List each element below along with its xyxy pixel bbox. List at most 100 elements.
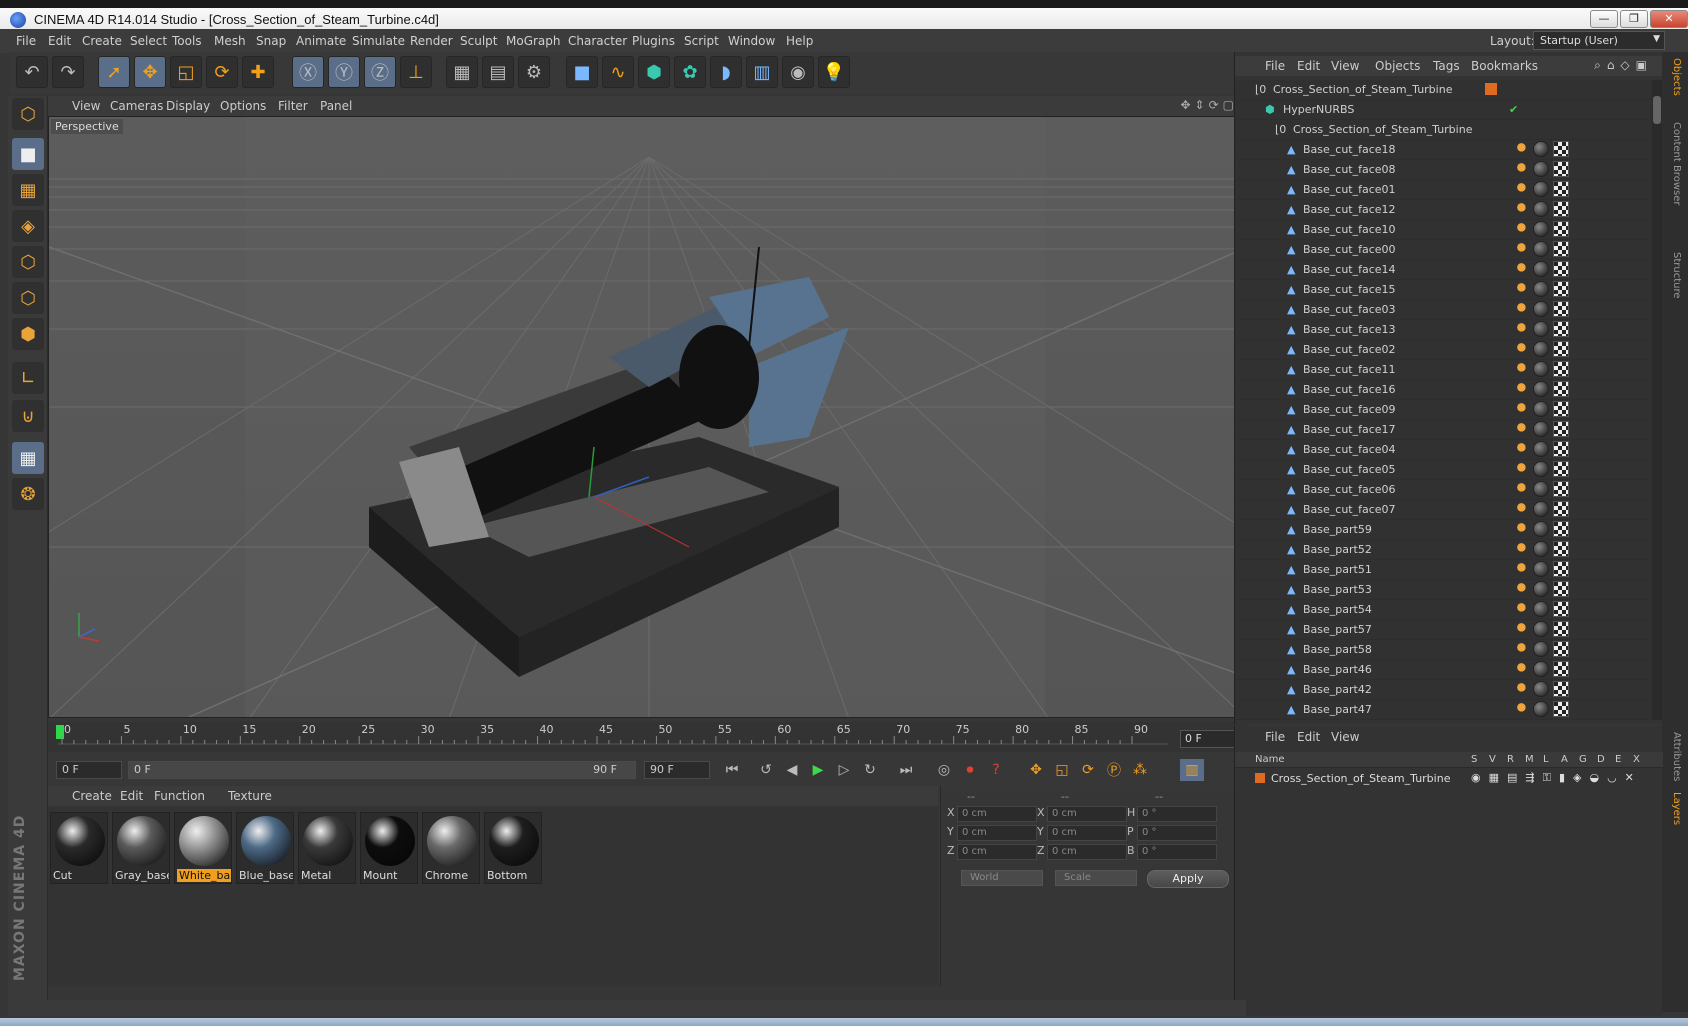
tree-row-object[interactable]: ▲ Base_part46 bbox=[1235, 660, 1653, 680]
phong-tag-icon[interactable] bbox=[1515, 301, 1531, 317]
phong-tag-icon[interactable] bbox=[1515, 621, 1531, 637]
texture-tag-icon[interactable] bbox=[1553, 621, 1569, 637]
material-tag-icon[interactable] bbox=[1533, 441, 1549, 457]
phong-tag-icon[interactable] bbox=[1515, 141, 1531, 157]
material-tag-icon[interactable] bbox=[1533, 201, 1549, 217]
object-menu-tags[interactable]: Tags bbox=[1433, 59, 1460, 73]
layer-menu-file[interactable]: File bbox=[1265, 730, 1285, 744]
tab-layers[interactable]: Layers bbox=[1671, 792, 1682, 825]
coord-rotation-field[interactable]: 0 ° bbox=[1137, 806, 1217, 822]
material-swatch[interactable]: Metal bbox=[298, 812, 356, 884]
texture-tag-icon[interactable] bbox=[1553, 601, 1569, 617]
texture-tag-icon[interactable] bbox=[1553, 481, 1569, 497]
menu-simulate[interactable]: Simulate bbox=[352, 34, 405, 48]
viewport-nav-icons[interactable]: ✥⇕⟳▢ bbox=[1180, 98, 1238, 112]
texture-tag-icon[interactable] bbox=[1553, 221, 1569, 237]
texture-tag-icon[interactable] bbox=[1553, 461, 1569, 477]
apply-button[interactable]: Apply bbox=[1147, 870, 1229, 888]
tree-row-object[interactable]: ▲ Base_cut_face01 bbox=[1235, 180, 1653, 200]
key-scale-icon[interactable]: ◱ bbox=[1050, 759, 1074, 781]
make-editable-icon[interactable]: ⬡ bbox=[12, 98, 44, 130]
object-menu-bookmarks[interactable]: Bookmarks bbox=[1471, 59, 1538, 73]
material-tag-icon[interactable] bbox=[1533, 661, 1549, 677]
coord-rotation-field[interactable]: 0 ° bbox=[1137, 825, 1217, 841]
render-view-icon[interactable]: ▦ bbox=[446, 56, 478, 88]
phong-tag-icon[interactable] bbox=[1515, 641, 1531, 657]
texture-mode-icon[interactable]: ▦ bbox=[12, 174, 44, 206]
menu-plugins[interactable]: Plugins bbox=[632, 34, 675, 48]
phong-tag-icon[interactable] bbox=[1515, 161, 1531, 177]
menu-window[interactable]: Window bbox=[728, 34, 775, 48]
texture-tag-icon[interactable] bbox=[1553, 161, 1569, 177]
menu-render[interactable]: Render bbox=[410, 34, 453, 48]
material-menu-function[interactable]: Function bbox=[154, 789, 205, 803]
render-picture-viewer-icon[interactable]: ▤ bbox=[482, 56, 514, 88]
material-tag-icon[interactable] bbox=[1533, 141, 1549, 157]
texture-tag-icon[interactable] bbox=[1553, 501, 1569, 517]
texture-tag-icon[interactable] bbox=[1553, 181, 1569, 197]
minimize-button[interactable]: — bbox=[1590, 10, 1618, 28]
texture-tag-icon[interactable] bbox=[1553, 361, 1569, 377]
phong-tag-icon[interactable] bbox=[1515, 381, 1531, 397]
menu-help[interactable]: Help bbox=[786, 34, 813, 48]
phong-tag-icon[interactable] bbox=[1515, 481, 1531, 497]
material-tag-icon[interactable] bbox=[1533, 681, 1549, 697]
object-menu-objects[interactable]: Objects bbox=[1375, 59, 1420, 73]
texture-tag-icon[interactable] bbox=[1553, 241, 1569, 257]
texture-tag-icon[interactable] bbox=[1553, 321, 1569, 337]
material-swatch[interactable]: Mount bbox=[360, 812, 418, 884]
texture-tag-icon[interactable] bbox=[1553, 201, 1569, 217]
live-selection-icon[interactable]: ➚ bbox=[98, 56, 130, 88]
tree-row-object[interactable]: ▲ Base_cut_face16 bbox=[1235, 380, 1653, 400]
material-tag-icon[interactable] bbox=[1533, 341, 1549, 357]
material-tag-icon[interactable] bbox=[1533, 701, 1549, 717]
tree-row-object[interactable]: ▲ Base_cut_face05 bbox=[1235, 460, 1653, 480]
tree-row-object[interactable]: ▲ Base_part47 bbox=[1235, 700, 1653, 720]
layer-toggle-icons[interactable]: ◉▦▤⇶⚿▮◈◒◡✕ bbox=[1471, 771, 1642, 785]
tree-row-object[interactable]: ▲ Base_cut_face06 bbox=[1235, 480, 1653, 500]
menu-edit[interactable]: Edit bbox=[48, 34, 71, 48]
autokeying-icon[interactable]: ⏺ bbox=[958, 759, 982, 781]
texture-tag-icon[interactable] bbox=[1553, 261, 1569, 277]
texture-tag-icon[interactable] bbox=[1553, 561, 1569, 577]
timeline-ruler[interactable]: 0 5 10 15 20 25 30 35 40 45 50 55 60 65 70 75 80 85 90 bbox=[48, 722, 1246, 752]
material-tag-icon[interactable] bbox=[1533, 641, 1549, 657]
coord-size-field[interactable]: 0 cm bbox=[1047, 825, 1127, 841]
spline-pen-icon[interactable]: ∿ bbox=[602, 56, 634, 88]
phong-tag-icon[interactable] bbox=[1515, 521, 1531, 537]
phong-tag-icon[interactable] bbox=[1515, 701, 1531, 717]
points-mode-icon[interactable]: ⬡ bbox=[12, 246, 44, 278]
material-swatch[interactable]: Gray_base bbox=[112, 812, 170, 884]
material-tag-icon[interactable] bbox=[1533, 321, 1549, 337]
maximize-button[interactable]: ❐ bbox=[1620, 10, 1648, 28]
material-tag-icon[interactable] bbox=[1533, 241, 1549, 257]
material-tag-icon[interactable] bbox=[1533, 301, 1549, 317]
tree-row-object[interactable]: ▲ Base_part52 bbox=[1235, 540, 1653, 560]
tree-row-object[interactable]: ▲ Base_part54 bbox=[1235, 600, 1653, 620]
tree-row-group[interactable]: ⌊0 Cross_Section_of_Steam_Turbine bbox=[1235, 120, 1653, 140]
phong-tag-icon[interactable] bbox=[1515, 341, 1531, 357]
material-tag-icon[interactable] bbox=[1533, 541, 1549, 557]
menu-mesh[interactable]: Mesh bbox=[214, 34, 246, 48]
tree-row-object[interactable]: ▲ Base_part58 bbox=[1235, 640, 1653, 660]
phong-tag-icon[interactable] bbox=[1515, 561, 1531, 577]
tab-structure[interactable]: Structure bbox=[1671, 252, 1682, 299]
phong-tag-icon[interactable] bbox=[1515, 501, 1531, 517]
texture-tag-icon[interactable] bbox=[1553, 341, 1569, 357]
phong-tag-icon[interactable] bbox=[1515, 401, 1531, 417]
layer-menu-edit[interactable]: Edit bbox=[1297, 730, 1320, 744]
tree-row-object[interactable]: ▲ Base_cut_face09 bbox=[1235, 400, 1653, 420]
material-tag-icon[interactable] bbox=[1533, 401, 1549, 417]
tree-row-object[interactable]: ▲ Base_cut_face02 bbox=[1235, 340, 1653, 360]
polygons-mode-icon[interactable]: ⬢ bbox=[12, 318, 44, 350]
coord-position-field[interactable]: 0 cm bbox=[957, 844, 1037, 860]
material-swatch[interactable]: Cut bbox=[50, 812, 108, 884]
material-tag-icon[interactable] bbox=[1533, 461, 1549, 477]
phong-tag-icon[interactable] bbox=[1515, 261, 1531, 277]
timeline-window-icon[interactable]: ▥ bbox=[1180, 759, 1204, 781]
axis-mode-icon[interactable]: ∟ bbox=[12, 362, 44, 394]
model-mode-icon[interactable]: ■ bbox=[12, 138, 44, 170]
viewport-menu-options[interactable]: Options bbox=[220, 99, 266, 113]
coord-size-field[interactable]: 0 cm bbox=[1047, 844, 1127, 860]
tree-row-object[interactable]: ▲ Base_cut_face08 bbox=[1235, 160, 1653, 180]
